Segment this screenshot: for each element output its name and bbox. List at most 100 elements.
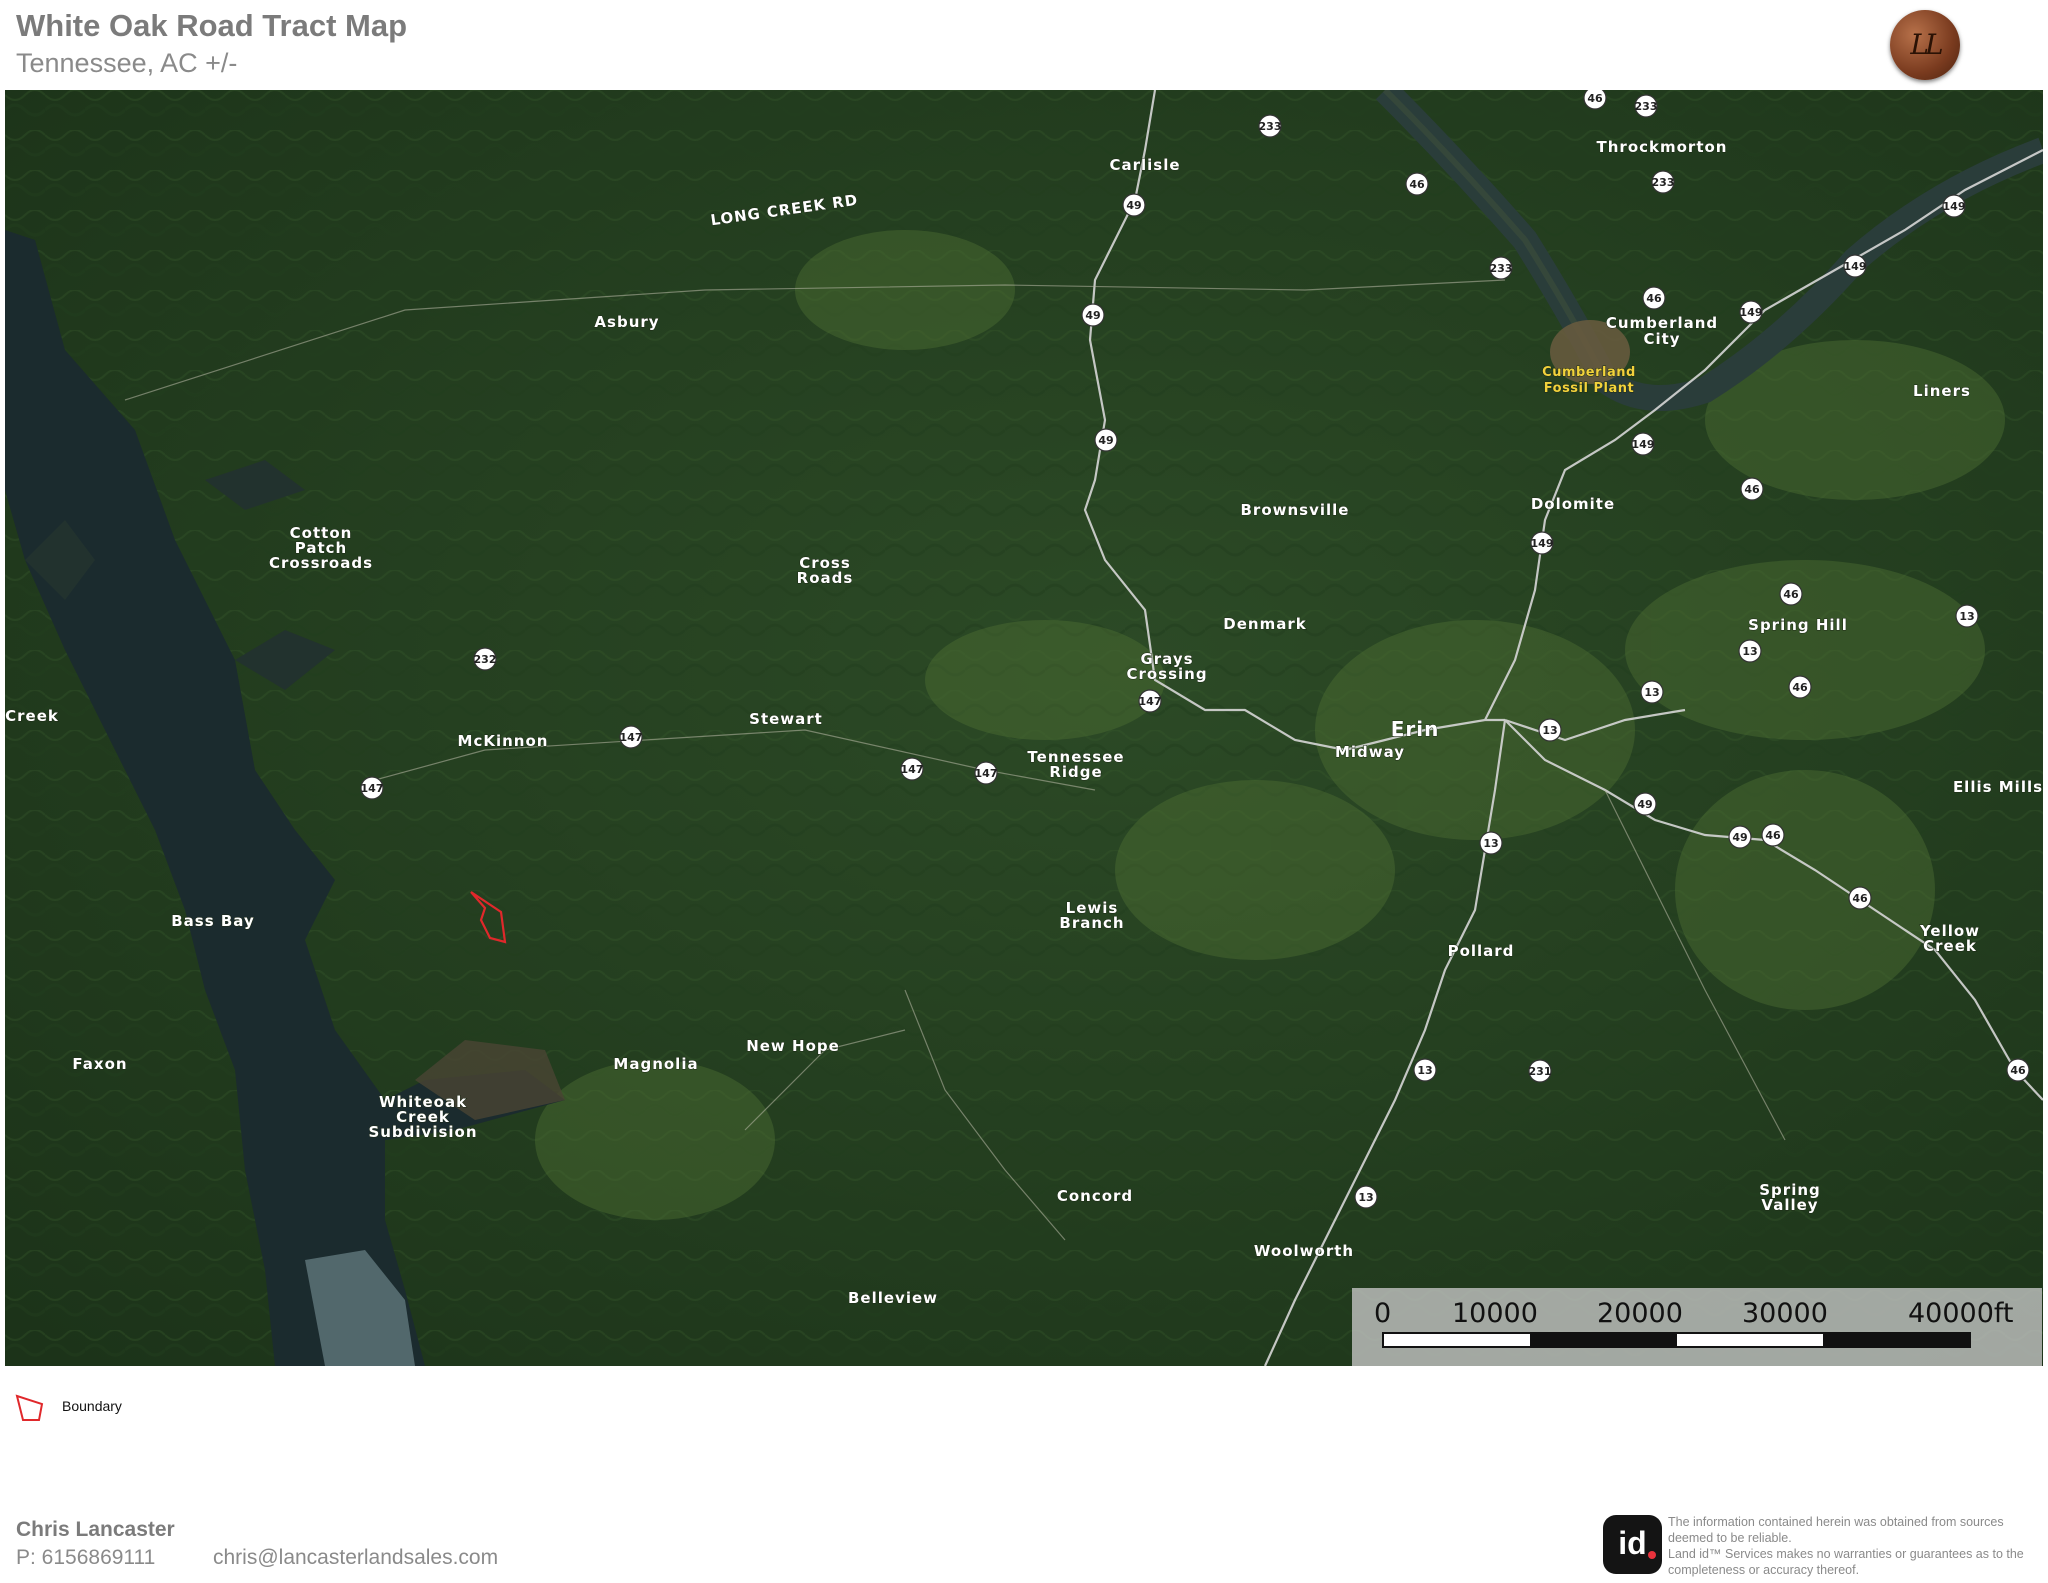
- scale-label: 20000: [1597, 1298, 1683, 1329]
- map-subtitle: Tennessee, AC +/-: [16, 48, 238, 78]
- route-shield: 46: [1642, 286, 1666, 310]
- route-shield: 46: [1761, 823, 1785, 847]
- route-shield-number: 46: [1765, 829, 1781, 842]
- scale-segment: [1676, 1334, 1823, 1346]
- route-shield-number: 13: [1542, 724, 1557, 737]
- route-shield: 147: [900, 757, 924, 781]
- route-shield-number: 49: [1085, 309, 1100, 322]
- route-shield: 231: [1528, 1059, 1552, 1083]
- scale-bar-graphic: [1382, 1332, 1971, 1348]
- route-shield: 13: [1479, 831, 1503, 855]
- route-shield-number: 233: [1259, 120, 1282, 133]
- route-shield-number: 149: [1943, 200, 1966, 213]
- route-shield: 149: [1843, 254, 1867, 278]
- route-shield-number: 149: [1740, 306, 1763, 319]
- place-label: Asbury: [594, 313, 659, 331]
- agent-email[interactable]: chris@lancasterlandsales.com: [213, 1546, 498, 1570]
- route-shield: 233: [1651, 170, 1675, 194]
- route-shield: 149: [1631, 432, 1655, 456]
- route-shield-number: 231: [1529, 1065, 1552, 1078]
- legend-boundary-icon: [14, 1390, 48, 1429]
- route-shield: 49: [1122, 193, 1146, 217]
- scale-bar: 0 10000 20000 30000 40000ft: [1352, 1288, 2042, 1366]
- land-id-logo-text: id: [1618, 1525, 1647, 1561]
- place-label: Belleview: [848, 1289, 938, 1307]
- route-shield: 13: [1640, 680, 1664, 704]
- route-shield: 49: [1728, 825, 1752, 849]
- route-shield-number: 46: [1783, 588, 1799, 601]
- route-shield: 149: [1530, 531, 1554, 555]
- route-shield: 49: [1081, 303, 1105, 327]
- legend-boundary-label: Boundary: [62, 1398, 122, 1414]
- route-shield: 49: [1094, 428, 1118, 452]
- route-shield: 233: [1258, 114, 1282, 138]
- place-label: Carlisle: [1109, 156, 1180, 174]
- route-shield-number: 149: [1844, 260, 1867, 273]
- place-label: Faxon: [72, 1055, 127, 1073]
- place-label: Denmark: [1223, 615, 1306, 633]
- place-label: Creek: [5, 707, 59, 725]
- route-shield-number: 46: [1744, 483, 1760, 496]
- place-label: Ellis Mills: [1953, 778, 2043, 796]
- route-shield: 147: [619, 725, 643, 749]
- place-label: Subdivision: [368, 1123, 477, 1141]
- place-label: Erin: [1391, 717, 1440, 741]
- place-label: Magnolia: [613, 1055, 698, 1073]
- place-label: Dolomite: [1531, 495, 1615, 513]
- place-label: Concord: [1057, 1187, 1133, 1205]
- place-label: Valley: [1761, 1196, 1818, 1214]
- route-shield-number: 233: [1635, 100, 1658, 113]
- place-label: Brownsville: [1241, 501, 1350, 519]
- route-shield: 147: [974, 761, 998, 785]
- route-shield-number: 46: [1792, 681, 1808, 694]
- map-canvas: Carlisle Throckmorton Asbury Cumberland …: [5, 90, 2043, 1366]
- route-shield-number: 49: [1098, 434, 1113, 447]
- agent-name: Chris Lancaster: [16, 1518, 175, 1541]
- scale-segment: [1530, 1334, 1677, 1346]
- agent-phone: P: 6156869111: [16, 1546, 156, 1569]
- place-label: McKinnon: [458, 732, 549, 750]
- place-label: Throckmorton: [1597, 138, 1728, 156]
- place-label: Stewart: [749, 710, 823, 728]
- place-label: Liners: [1913, 382, 1971, 400]
- route-shield: 46: [1788, 675, 1812, 699]
- route-shield-number: 147: [620, 731, 643, 744]
- map-title: White Oak Road Tract Map: [16, 8, 408, 43]
- place-label: Spring Hill: [1748, 616, 1848, 634]
- route-shield-number: 13: [1358, 1191, 1373, 1204]
- route-shield-number: 232: [474, 653, 497, 666]
- place-label: City: [1643, 330, 1680, 348]
- scale-segment: [1384, 1334, 1531, 1346]
- route-shield: 13: [1413, 1058, 1437, 1082]
- satellite-map[interactable]: Carlisle Throckmorton Asbury Cumberland …: [5, 90, 2043, 1366]
- route-shield-number: 149: [1632, 438, 1655, 451]
- fossil-plant-label: Fossil Plant: [1544, 381, 1634, 396]
- place-label: Ridge: [1049, 763, 1102, 781]
- route-shield-number: 147: [901, 763, 924, 776]
- route-shield: 46: [1779, 582, 1803, 606]
- route-shield-number: 13: [1644, 686, 1659, 699]
- route-shield: 49: [1633, 792, 1657, 816]
- place-label: Crossroads: [269, 554, 373, 572]
- route-shield-number: 49: [1732, 831, 1747, 844]
- route-shield-number: 233: [1652, 176, 1675, 189]
- scale-label: 40000ft: [1908, 1298, 2014, 1329]
- route-shield: 149: [1739, 300, 1763, 324]
- route-shield-number: 46: [1587, 92, 1603, 105]
- route-shield-number: 147: [361, 782, 384, 795]
- route-shield: 13: [1955, 604, 1979, 628]
- route-shield: 233: [1489, 256, 1513, 280]
- route-shield: 147: [360, 776, 384, 800]
- route-shield-number: 13: [1417, 1064, 1432, 1077]
- route-shield: 13: [1738, 639, 1762, 663]
- scale-label: 10000: [1452, 1298, 1538, 1329]
- route-shield-number: 147: [1139, 695, 1162, 708]
- land-id-logo-dot: [1648, 1551, 1656, 1559]
- route-shield: 46: [1740, 477, 1764, 501]
- route-shield: 13: [1538, 718, 1562, 742]
- place-label: Roads: [797, 569, 854, 587]
- route-shield: 46: [1405, 172, 1429, 196]
- place-label: Pollard: [1448, 942, 1515, 960]
- place-label: Woolworth: [1254, 1242, 1354, 1260]
- route-shield: 46: [2006, 1058, 2030, 1082]
